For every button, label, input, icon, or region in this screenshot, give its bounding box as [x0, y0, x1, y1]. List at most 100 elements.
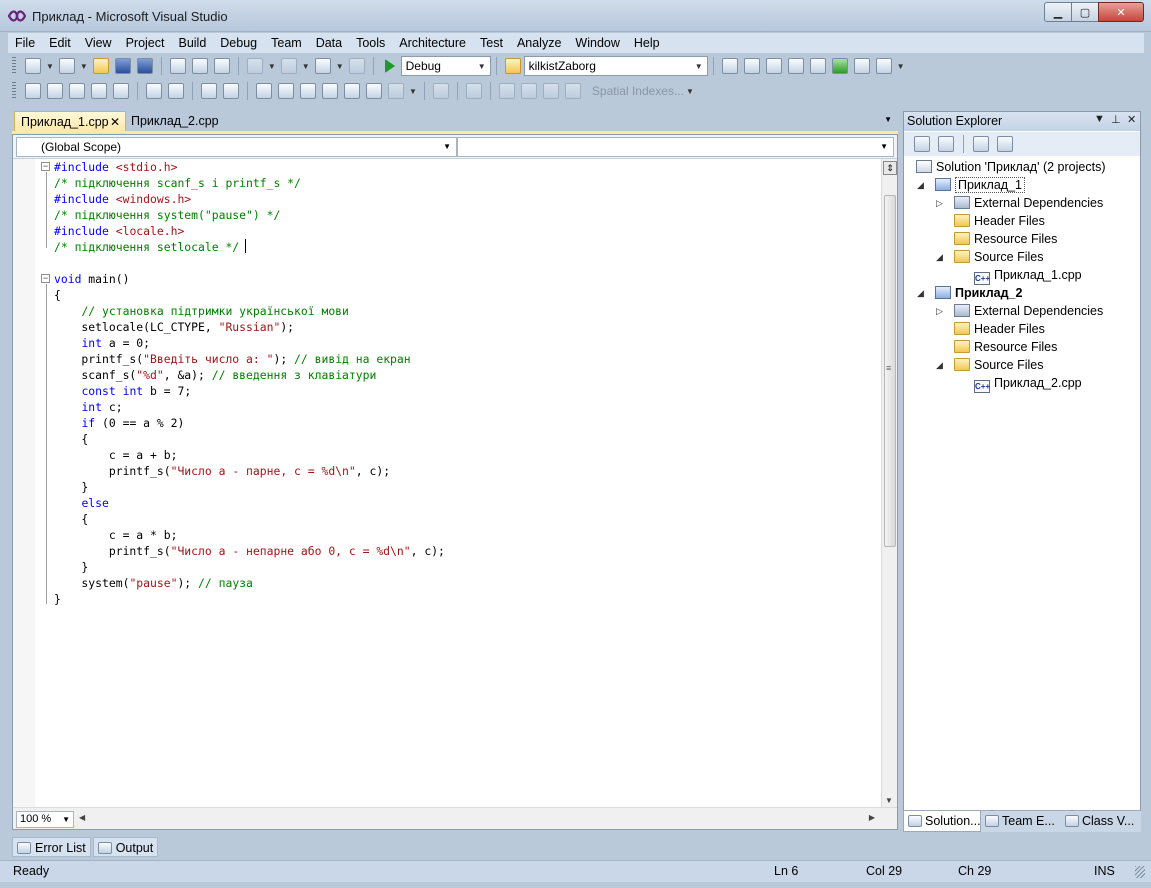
collapse-icon[interactable]: −: [41, 162, 50, 171]
expanded-arrow-icon[interactable]: ◢: [917, 284, 927, 302]
chevron-down-icon[interactable]: ▼: [80, 62, 88, 71]
solution-explorer-icon[interactable]: [743, 58, 760, 74]
copy-icon[interactable]: [191, 58, 208, 74]
folder-source-files[interactable]: ◢ Source Files: [936, 248, 1043, 266]
find-symbol-icon[interactable]: [721, 58, 738, 74]
display-parameter-info-icon[interactable]: [47, 83, 63, 99]
cut-icon[interactable]: [169, 58, 186, 74]
resize-grip-icon[interactable]: [1135, 866, 1145, 878]
collapsed-arrow-icon[interactable]: ▷: [936, 302, 946, 320]
display-word-completion-icon[interactable]: [91, 83, 107, 99]
file-node[interactable]: C++ Приклад_1.cpp: [974, 266, 1082, 285]
menu-architecture[interactable]: Architecture: [392, 33, 473, 53]
close-button[interactable]: ✕: [1098, 2, 1144, 22]
new-project-icon[interactable]: [25, 58, 41, 74]
xml-schema-icon[interactable]: [498, 83, 515, 99]
previous-bookmark-in-document-icon[interactable]: [366, 83, 382, 99]
previous-bookmark-icon[interactable]: [278, 83, 294, 99]
save-icon[interactable]: [114, 58, 131, 74]
file-node[interactable]: C++ Приклад_2.cpp: [974, 374, 1082, 393]
xml-grid-icon[interactable]: [564, 83, 581, 99]
tab-prykl-1[interactable]: Приклад_1.cpp ✕: [14, 111, 126, 132]
split-window-icon[interactable]: ⇕: [883, 161, 897, 175]
folder-external-dependencies[interactable]: ▷ External Dependencies: [936, 194, 1103, 212]
chevron-down-icon[interactable]: ▼: [46, 62, 54, 71]
extension-manager-icon[interactable]: [853, 58, 870, 74]
solution-node[interactable]: Solution 'Приклад' (2 projects): [916, 158, 1105, 176]
expanded-arrow-icon[interactable]: ◢: [936, 248, 946, 266]
tab-solution-explorer[interactable]: Solution...: [903, 811, 981, 832]
start-debugging-icon[interactable]: [384, 59, 395, 73]
member-select[interactable]: ▼: [457, 137, 894, 157]
folder-resource-files[interactable]: Resource Files: [954, 230, 1057, 248]
xml-xhd-icon[interactable]: [542, 83, 559, 99]
active-files-dropdown-icon[interactable]: ▼: [884, 115, 892, 124]
comment-lines-icon[interactable]: [201, 83, 217, 99]
chevron-down-icon[interactable]: ▼: [268, 62, 276, 71]
uncomment-lines-icon[interactable]: [223, 83, 239, 99]
folder-source-files[interactable]: ◢ Source Files: [936, 356, 1043, 374]
expanded-arrow-icon[interactable]: ◢: [936, 356, 946, 374]
next-bookmark-in-folder-icon[interactable]: [344, 83, 360, 99]
info-icon[interactable]: [465, 83, 482, 99]
scroll-right-icon[interactable]: ▶: [869, 813, 875, 822]
tab-class-view[interactable]: Class V...: [1061, 811, 1139, 832]
folder-header-files[interactable]: Header Files: [954, 212, 1045, 230]
tab-output[interactable]: Output: [92, 837, 159, 857]
find-in-files-icon[interactable]: [504, 58, 521, 74]
menu-team[interactable]: Team: [264, 33, 309, 53]
menu-edit[interactable]: Edit: [42, 33, 78, 53]
window-position-icon[interactable]: ▼: [1094, 113, 1105, 125]
project-node-2[interactable]: ◢ Приклад_2: [917, 284, 1022, 302]
save-all-icon[interactable]: [136, 58, 153, 74]
clear-bookmarks-icon[interactable]: [388, 83, 404, 99]
spatial-indexes-button[interactable]: Spatial Indexes...: [592, 84, 684, 98]
expanded-arrow-icon[interactable]: ◢: [917, 176, 927, 194]
properties-window-icon[interactable]: [765, 58, 782, 74]
menu-data[interactable]: Data: [309, 33, 349, 53]
tab-error-list[interactable]: Error List: [12, 837, 91, 857]
decrease-indent-icon[interactable]: [146, 83, 162, 99]
schema-icon[interactable]: [432, 83, 449, 99]
menu-help[interactable]: Help: [627, 33, 667, 53]
navigate-backward-icon[interactable]: [314, 58, 331, 74]
show-all-files-icon[interactable]: [938, 136, 954, 152]
find-combo[interactable]: kilkistZaborg ▼: [523, 56, 708, 76]
redo-icon[interactable]: [280, 58, 297, 74]
previous-bookmark-in-folder-icon[interactable]: [322, 83, 338, 99]
menu-debug[interactable]: Debug: [213, 33, 264, 53]
collapsed-arrow-icon[interactable]: ▷: [936, 194, 946, 212]
close-tab-icon[interactable]: ✕: [110, 112, 120, 133]
add-item-icon[interactable]: [58, 58, 75, 74]
collapse-icon[interactable]: −: [41, 274, 50, 283]
indicator-margin[interactable]: [13, 159, 35, 807]
folder-header-files[interactable]: Header Files: [954, 320, 1045, 338]
increase-indent-icon[interactable]: [168, 83, 184, 99]
folder-resource-files[interactable]: Resource Files: [954, 338, 1057, 356]
chevron-down-icon[interactable]: ▼: [686, 87, 694, 96]
chevron-down-icon[interactable]: ▼: [409, 87, 417, 96]
navigate-forward-icon[interactable]: [348, 58, 365, 74]
toggle-bookmark-icon[interactable]: [113, 83, 129, 99]
menu-tools[interactable]: Tools: [349, 33, 392, 53]
project-node-1[interactable]: ◢ Приклад_1: [917, 176, 1025, 194]
open-file-icon[interactable]: [92, 58, 109, 74]
start-page-icon[interactable]: [831, 58, 848, 74]
maximize-button[interactable]: ▢: [1071, 2, 1099, 22]
folder-external-dependencies[interactable]: ▷ External Dependencies: [936, 302, 1103, 320]
scope-select[interactable]: (Global Scope) ▼: [16, 137, 457, 157]
properties-icon[interactable]: [914, 136, 930, 152]
zoom-select[interactable]: 100 % ▼: [16, 811, 74, 828]
undo-icon[interactable]: [246, 58, 263, 74]
class-diagram-icon[interactable]: [997, 136, 1013, 152]
paste-icon[interactable]: [213, 58, 230, 74]
menu-window[interactable]: Window: [568, 33, 626, 53]
display-quick-info-icon[interactable]: [69, 83, 85, 99]
object-browser-icon[interactable]: [787, 58, 804, 74]
tab-team-explorer[interactable]: Team E...: [981, 811, 1061, 832]
code-text-area[interactable]: − − #include <stdio.h>/* підключення sca…: [13, 159, 881, 807]
vertical-scrollbar[interactable]: ⇕ ≡ ▼: [881, 159, 897, 807]
minimize-button[interactable]: ▁: [1044, 2, 1072, 22]
next-bookmark-icon[interactable]: [300, 83, 316, 99]
chevron-down-icon[interactable]: ▼: [897, 62, 905, 71]
